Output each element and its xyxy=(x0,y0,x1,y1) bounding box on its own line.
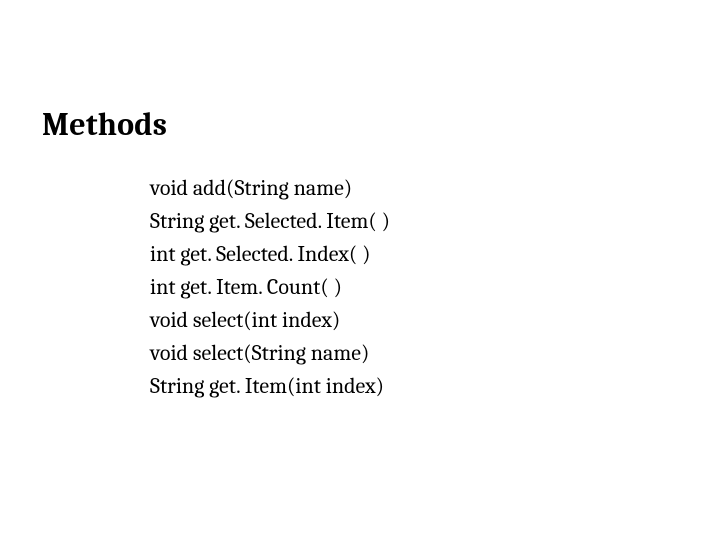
slide: Methods void add(String name) String get… xyxy=(0,0,720,540)
method-line: int get. Item. Count( ) xyxy=(150,271,390,304)
method-line: int get. Selected. Index( ) xyxy=(150,238,390,271)
method-line: void add(String name) xyxy=(150,172,390,205)
method-line: String get. Item(int index) xyxy=(150,370,390,403)
methods-list: void add(String name) String get. Select… xyxy=(150,172,390,403)
section-heading: Methods xyxy=(42,106,167,143)
method-line: void select(String name) xyxy=(150,337,390,370)
method-line: void select(int index) xyxy=(150,304,390,337)
method-line: String get. Selected. Item( ) xyxy=(150,205,390,238)
